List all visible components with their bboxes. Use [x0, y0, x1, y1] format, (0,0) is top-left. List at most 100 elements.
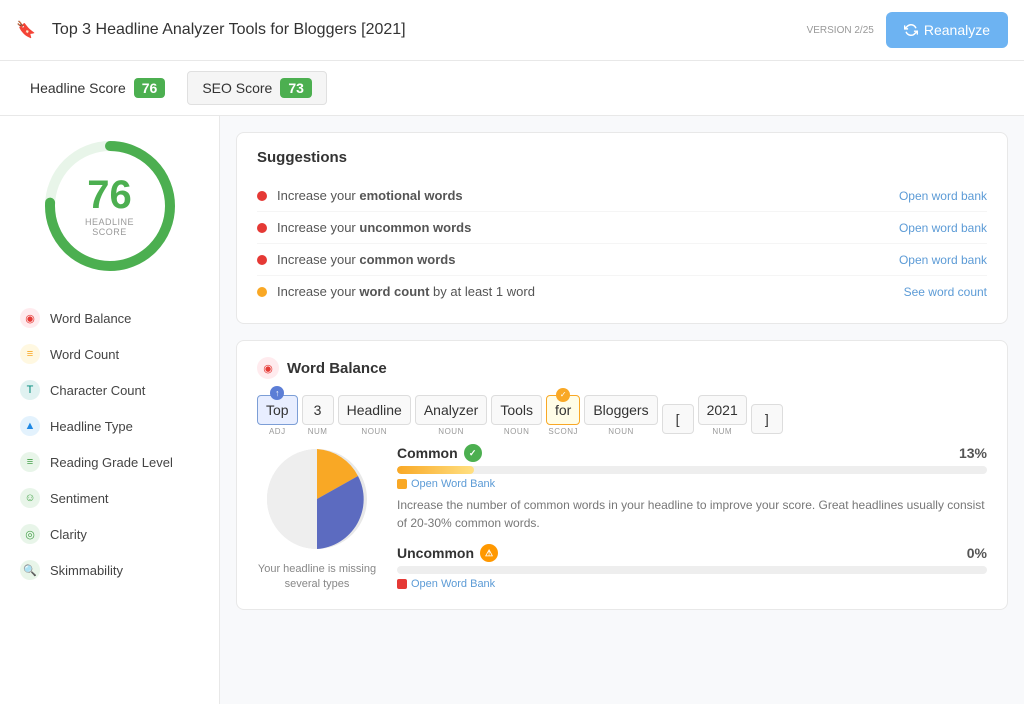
tab-headline-score[interactable]: Headline Score 76: [16, 72, 179, 104]
sidebar-item-label: Word Balance: [50, 311, 131, 326]
token-type-2021: NUM: [712, 427, 732, 436]
bookmark-icon: 🔖: [16, 20, 36, 40]
token-3: 3 NUM: [302, 395, 334, 436]
header: 🔖 Top 3 Headline Analyzer Tools for Blog…: [0, 0, 1024, 61]
uncommon-pct: 0%: [967, 545, 987, 561]
word-balance-icon: ◉: [20, 308, 40, 328]
pie-chart: [262, 444, 372, 554]
token-word-bloggers: Bloggers: [584, 395, 657, 425]
token-word-bracket-close: ]: [751, 404, 783, 434]
token-bracket-open: [: [662, 404, 694, 436]
tab-seo-score[interactable]: SEO Score 73: [187, 71, 327, 105]
sidebar-item-sentiment[interactable]: ☺ Sentiment: [10, 480, 209, 516]
stat-uncommon: Uncommon ⚠ 0% Open Word Bank: [397, 544, 987, 590]
uncommon-link-label: Open Word Bank: [411, 578, 495, 590]
token-word-tools: Tools: [491, 395, 542, 425]
sidebar-item-label: Headline Type: [50, 419, 133, 434]
headline-score-badge: 76: [134, 78, 166, 98]
suggestion-text-4: Increase your word count by at least 1 w…: [277, 284, 535, 299]
uncommon-open-word-bank-link[interactable]: Open Word Bank: [397, 578, 987, 590]
token-tools: Tools NOUN: [491, 395, 542, 436]
common-desc: Increase the number of common words in y…: [397, 496, 987, 532]
uncommon-bar-bg: [397, 566, 987, 574]
token-word-headline: Headline: [338, 395, 411, 425]
suggestion-dot-red: [257, 255, 267, 265]
common-label: Common: [397, 445, 458, 461]
token-word-top: Top: [257, 395, 298, 425]
word-balance-bottom: Your headline is missing several types C…: [257, 444, 987, 593]
word-balance-card: ◉ Word Balance Top ADJ 3 NUM Headline: [236, 340, 1008, 610]
pie-svg: [262, 444, 372, 554]
open-word-bank-link-2[interactable]: Open word bank: [899, 221, 987, 235]
reanalyze-button[interactable]: Reanalyze: [886, 12, 1008, 48]
score-number: 76: [85, 175, 134, 215]
word-balance-header: ◉ Word Balance: [257, 357, 987, 379]
sidebar-item-skimmability[interactable]: 🔍 Skimmability: [10, 552, 209, 588]
token-bracket-close: ]: [751, 404, 783, 436]
main-layout: 76 HEADLINESCORE ◉ Word Balance ≡ Word C…: [0, 116, 1024, 704]
open-word-bank-link-3[interactable]: Open word bank: [899, 253, 987, 267]
common-pct: 13%: [959, 445, 987, 461]
headline-type-icon: ▲: [20, 416, 40, 436]
suggestion-item-3: Increase your common words Open word ban…: [257, 244, 987, 276]
tabs-bar: Headline Score 76 SEO Score 73: [0, 61, 1024, 116]
uncommon-link-square-icon: [397, 579, 407, 589]
suggestions-title: Suggestions: [257, 149, 987, 166]
suggestion-text-3: Increase your common words: [277, 252, 455, 267]
header-left: 🔖 Top 3 Headline Analyzer Tools for Blog…: [16, 20, 807, 40]
sidebar-item-headline-type[interactable]: ▲ Headline Type: [10, 408, 209, 444]
sidebar-item-word-count[interactable]: ≡ Word Count: [10, 336, 209, 372]
sidebar-item-label: Sentiment: [50, 491, 109, 506]
sidebar-item-label: Reading Grade Level: [50, 455, 173, 470]
token-type-for: SCONJ: [548, 427, 578, 436]
token-type-top: ADJ: [269, 427, 286, 436]
common-check-icon: ✓: [464, 444, 482, 462]
open-word-bank-link-1[interactable]: Open word bank: [899, 189, 987, 203]
common-link-label: Open Word Bank: [411, 478, 495, 490]
pie-section: Your headline is missing several types: [257, 444, 377, 593]
headline-score-circle: 76 HEADLINESCORE: [40, 136, 180, 276]
token-headline: Headline NOUN: [338, 395, 411, 436]
headline-text: Top 3 Headline Analyzer Tools for Blogge…: [52, 21, 807, 39]
token-type-headline: NOUN: [361, 427, 387, 436]
sidebar-item-label: Character Count: [50, 383, 145, 398]
content-area: Suggestions Increase your emotional word…: [220, 116, 1024, 704]
sidebar-item-character-count[interactable]: T Character Count: [10, 372, 209, 408]
common-open-word-bank-link[interactable]: Open Word Bank: [397, 478, 987, 490]
token-word-2021: 2021: [698, 395, 747, 425]
suggestion-text-1: Increase your emotional words: [277, 188, 463, 203]
token-analyzer: Analyzer NOUN: [415, 395, 487, 436]
skimmability-icon: 🔍: [20, 560, 40, 580]
seo-score-badge: 73: [280, 78, 312, 98]
sidebar-item-reading-grade[interactable]: ≡ Reading Grade Level: [10, 444, 209, 480]
suggestion-item-2: Increase your uncommon words Open word b…: [257, 212, 987, 244]
token-word-3: 3: [302, 395, 334, 425]
token-top: Top ADJ: [257, 395, 298, 436]
token-bloggers: Bloggers NOUN: [584, 395, 657, 436]
suggestion-dot-red: [257, 223, 267, 233]
sidebar-item-word-balance[interactable]: ◉ Word Balance: [10, 300, 209, 336]
reading-grade-icon: ≡: [20, 452, 40, 472]
token-word-for: for: [546, 395, 580, 425]
version-text: VERSION 2/25: [807, 24, 874, 37]
pie-note: Your headline is missing several types: [257, 562, 377, 593]
tab-seo-label: SEO Score: [202, 80, 272, 96]
reanalyze-icon: [904, 23, 918, 37]
tokens-row: Top ADJ 3 NUM Headline NOUN Analyzer NOU…: [257, 395, 987, 436]
sidebar-nav: ◉ Word Balance ≡ Word Count T Character …: [10, 300, 209, 588]
token-type-analyzer: NOUN: [438, 427, 464, 436]
clarity-icon: ◎: [20, 524, 40, 544]
suggestion-item-4: Increase your word count by at least 1 w…: [257, 276, 987, 307]
word-balance-card-icon: ◉: [257, 357, 279, 379]
suggestions-card: Suggestions Increase your emotional word…: [236, 132, 1008, 324]
uncommon-label: Uncommon: [397, 545, 474, 561]
character-count-icon: T: [20, 380, 40, 400]
token-word-analyzer: Analyzer: [415, 395, 487, 425]
sidebar-item-clarity[interactable]: ◎ Clarity: [10, 516, 209, 552]
common-link-square-icon: [397, 479, 407, 489]
see-word-count-link[interactable]: See word count: [904, 285, 987, 299]
suggestion-text-2: Increase your uncommon words: [277, 220, 471, 235]
word-balance-card-title: Word Balance: [287, 360, 387, 377]
common-bar-fill: [397, 466, 474, 474]
word-count-icon: ≡: [20, 344, 40, 364]
